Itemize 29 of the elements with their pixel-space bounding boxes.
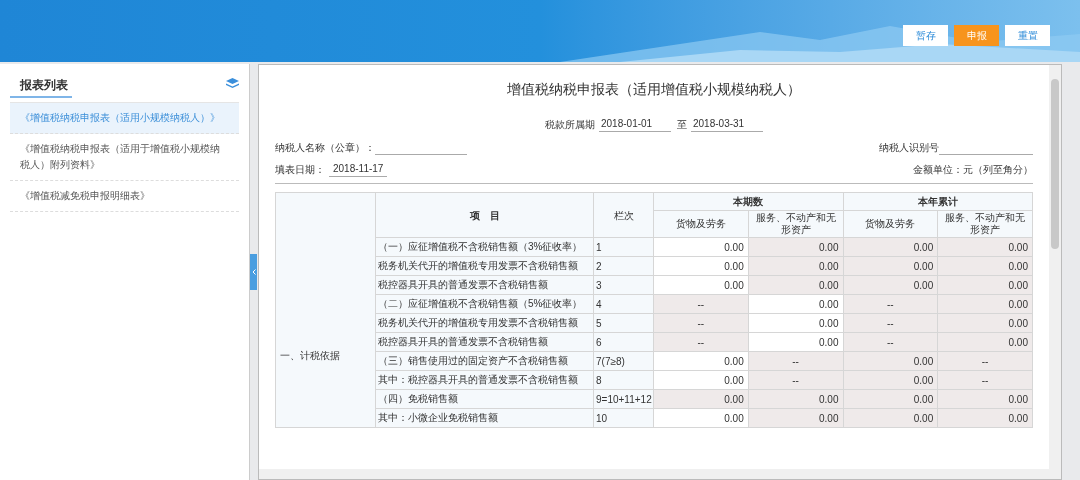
layers-icon (226, 78, 239, 90)
period-start-field[interactable]: 2018-01-01 (599, 116, 671, 132)
sidebar-title: 报表列表 (10, 70, 72, 98)
period-end-field[interactable]: 2018-03-31 (691, 116, 763, 132)
toolbar-button[interactable]: 重置 (1005, 25, 1050, 46)
column-header: 货物及劳务 (843, 210, 938, 238)
vertical-scrollbar[interactable] (1049, 65, 1061, 469)
section-cell: 一、计税依据 (275, 192, 376, 428)
sidebar-item[interactable]: 《增值税减免税申报明细表》 (10, 181, 239, 212)
toolbar-button[interactable]: 暂存 (903, 25, 948, 46)
column-header: 栏次 (593, 192, 654, 238)
column-header: 项 目 (375, 192, 594, 238)
taxpayer-name-label: 纳税人名称（公章）： (275, 141, 375, 155)
column-header: 货物及劳务 (653, 210, 749, 238)
chevron-left-icon (251, 269, 256, 275)
taxpayer-id-label: 纳税人识别号 (879, 141, 939, 155)
column-header: 服务、不动产和无形资产 (748, 210, 843, 238)
period-to-label: 至 (677, 118, 687, 132)
sidebar-item[interactable]: 《增值税纳税申报表（适用于增值税小规模纳税人）附列资料》 (10, 134, 239, 181)
fill-date-field[interactable]: 2018-11-17 (329, 161, 388, 177)
period-label: 税款所属期 (545, 118, 595, 132)
form-title: 增值税纳税申报表（适用增值税小规模纳税人） (506, 80, 802, 99)
fill-date-label: 填表日期： (275, 163, 325, 177)
column-header: 服务、不动产和无形资产 (937, 210, 1033, 238)
amount-unit-note: 金额单位：元（列至角分） (913, 163, 1033, 177)
horizontal-scrollbar[interactable] (259, 469, 1061, 479)
collapse-handle[interactable] (250, 254, 257, 290)
column-group-header: 本年累计 (843, 192, 1033, 211)
column-group-header: 本期数 (653, 192, 843, 211)
